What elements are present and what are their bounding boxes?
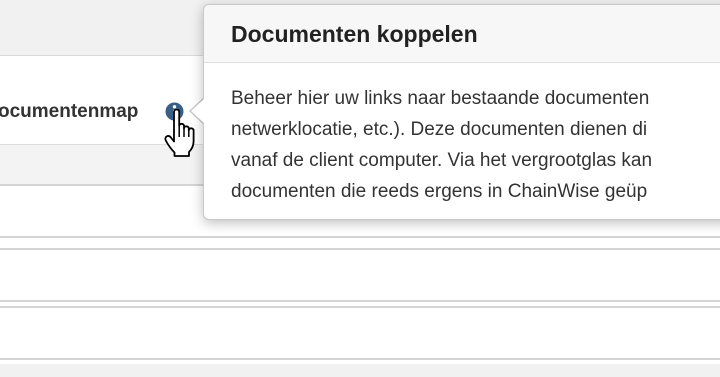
- document-link-field-3[interactable]: [0, 306, 720, 360]
- documentenmap-label: ocumentenmap: [0, 101, 139, 122]
- documenten-koppelen-tooltip: Documenten koppelen Beheer hier uw links…: [203, 4, 720, 220]
- tooltip-line-2: netwerklocatie, etc.). Deze documenten d…: [231, 119, 648, 140]
- tooltip-line-1: Beheer hier uw links naar bestaande docu…: [231, 88, 650, 109]
- tooltip-body: Beheer hier uw links naar bestaande docu…: [231, 83, 720, 207]
- hand-cursor-icon: [162, 108, 202, 159]
- bottom-band: [0, 364, 720, 377]
- document-link-field-2[interactable]: [0, 248, 720, 302]
- tooltip-title: Documenten koppelen: [231, 21, 478, 47]
- tooltip-line-4: documenten die reeds ergens in ChainWise…: [231, 181, 648, 202]
- tooltip-header: Documenten koppelen: [204, 5, 720, 63]
- tooltip-line-3: vanaf de client computer. Via het vergro…: [231, 150, 653, 171]
